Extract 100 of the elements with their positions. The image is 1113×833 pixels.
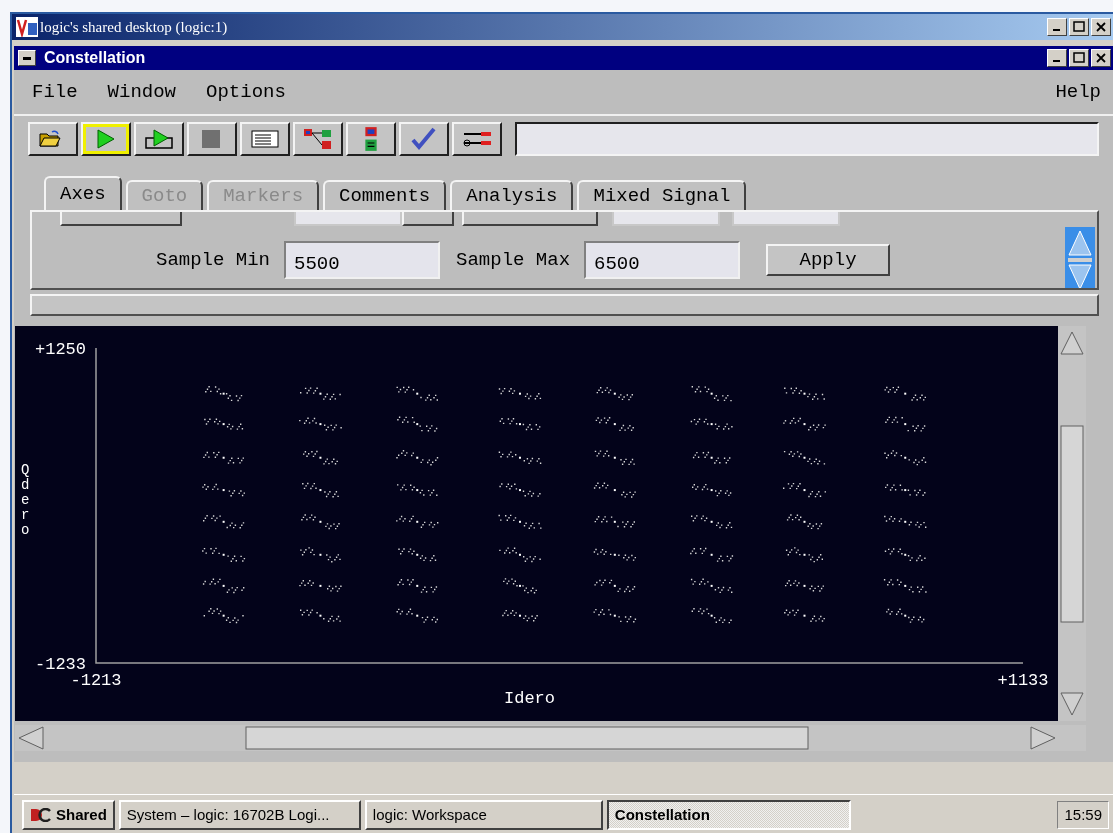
data-point bbox=[803, 614, 806, 617]
data-point bbox=[416, 456, 419, 459]
apply-button[interactable]: Apply bbox=[766, 244, 891, 276]
data-point bbox=[710, 614, 713, 617]
sample-min-field[interactable]: 5500 bbox=[284, 241, 441, 279]
data-point bbox=[613, 423, 616, 426]
toolbar-button[interactable] bbox=[134, 122, 184, 156]
data-point bbox=[319, 553, 322, 556]
maximize-icon bbox=[1070, 19, 1088, 35]
toolbar-button[interactable] bbox=[399, 122, 449, 156]
window-title: logic's shared desktop (logic:1) bbox=[40, 18, 228, 36]
tab[interactable]: Axes bbox=[44, 176, 122, 210]
x-axis-label: Idero bbox=[504, 689, 555, 708]
menu-item[interactable]: Window bbox=[107, 81, 177, 103]
data-point bbox=[613, 584, 616, 587]
data-point bbox=[803, 392, 806, 395]
start-button[interactable]: Shared bbox=[22, 799, 115, 830]
tab[interactable]: Analysis bbox=[450, 180, 574, 210]
data-point bbox=[613, 520, 616, 523]
data-point bbox=[904, 553, 907, 556]
toolbar-button[interactable] bbox=[240, 122, 290, 156]
data-point bbox=[904, 584, 907, 587]
data-point bbox=[710, 520, 713, 523]
slider-track[interactable] bbox=[30, 294, 1099, 316]
minimize-button[interactable] bbox=[1047, 49, 1067, 67]
data-point bbox=[319, 584, 322, 587]
data-point bbox=[613, 456, 616, 459]
minimize-button[interactable] bbox=[1047, 18, 1067, 36]
data-point bbox=[710, 584, 713, 587]
close-button[interactable] bbox=[1091, 49, 1111, 67]
menu-item[interactable]: Options bbox=[206, 81, 286, 103]
data-point bbox=[904, 614, 907, 617]
data-point bbox=[416, 489, 419, 492]
data-point bbox=[222, 392, 225, 395]
data-point bbox=[319, 520, 322, 523]
data-point bbox=[613, 392, 616, 395]
maximize-icon bbox=[1070, 50, 1088, 66]
menu-item[interactable]: File bbox=[32, 81, 78, 103]
data-point bbox=[710, 423, 713, 426]
toolbar-button[interactable] bbox=[81, 122, 131, 156]
data-point bbox=[904, 489, 907, 492]
toolbar-button[interactable] bbox=[346, 122, 396, 156]
data-point bbox=[803, 553, 806, 556]
data-point bbox=[904, 392, 907, 395]
y-tick-label: +1250 bbox=[35, 340, 86, 359]
data-point bbox=[710, 489, 713, 492]
data-point bbox=[710, 456, 713, 459]
data-point bbox=[904, 520, 907, 523]
play-box-icon bbox=[143, 126, 175, 152]
dash-icon bbox=[23, 56, 31, 60]
minimize-icon bbox=[1053, 60, 1060, 62]
data-point bbox=[803, 456, 806, 459]
window-menu-button[interactable] bbox=[18, 50, 36, 66]
data-point bbox=[613, 489, 616, 492]
clock: 15:59 bbox=[1057, 800, 1109, 829]
data-point bbox=[803, 520, 806, 523]
toolbar-button[interactable] bbox=[28, 122, 78, 156]
data-point bbox=[710, 392, 713, 395]
data-point bbox=[613, 614, 616, 617]
x-tick-label: -1213 bbox=[70, 671, 122, 690]
data-point bbox=[613, 553, 616, 556]
dc-logo-icon bbox=[30, 807, 52, 822]
taskbar-button[interactable]: System – logic: 16702B Logi... bbox=[118, 799, 361, 830]
data-point bbox=[319, 423, 322, 426]
field-label: Sample Min bbox=[156, 249, 271, 271]
data-point bbox=[222, 520, 225, 523]
data-point bbox=[416, 392, 419, 395]
data-point bbox=[416, 423, 419, 426]
data-point bbox=[416, 520, 419, 523]
data-point bbox=[222, 553, 225, 556]
sample-max-field[interactable]: 6500 bbox=[584, 241, 741, 279]
data-point bbox=[222, 423, 225, 426]
toolbar-button[interactable] bbox=[187, 122, 237, 156]
maximize-button[interactable] bbox=[1069, 49, 1089, 67]
data-point bbox=[222, 489, 225, 492]
taskbar-button[interactable]: Constellation bbox=[606, 799, 851, 830]
taskbar-button[interactable]: logic: Workspace bbox=[364, 799, 603, 830]
maximize-button[interactable] bbox=[1069, 18, 1089, 36]
data-point bbox=[319, 456, 322, 459]
tree-icon bbox=[302, 126, 334, 152]
field-label: Sample Max bbox=[456, 249, 571, 271]
command-field[interactable] bbox=[515, 122, 1099, 156]
data-point bbox=[222, 614, 225, 617]
y-axis-label: Qdero bbox=[21, 462, 30, 538]
data-point bbox=[416, 553, 419, 556]
data-point bbox=[222, 584, 225, 587]
blocks-icon bbox=[364, 126, 378, 152]
menu-item[interactable]: Help bbox=[1055, 81, 1101, 103]
close-button[interactable] bbox=[1091, 18, 1111, 36]
x-tick-label: +1133 bbox=[997, 671, 1049, 690]
window-title: Constellation bbox=[44, 49, 146, 67]
toolbar-button[interactable] bbox=[293, 122, 343, 156]
tab[interactable]: Mixed Signal bbox=[577, 180, 747, 210]
tab[interactable]: Comments bbox=[323, 180, 447, 210]
horizontal-scrollbar[interactable] bbox=[15, 725, 1086, 751]
toolbar-button[interactable] bbox=[452, 122, 502, 156]
data-point bbox=[222, 456, 225, 459]
data-point bbox=[710, 553, 713, 556]
data-point bbox=[803, 423, 806, 426]
data-point bbox=[803, 489, 806, 492]
